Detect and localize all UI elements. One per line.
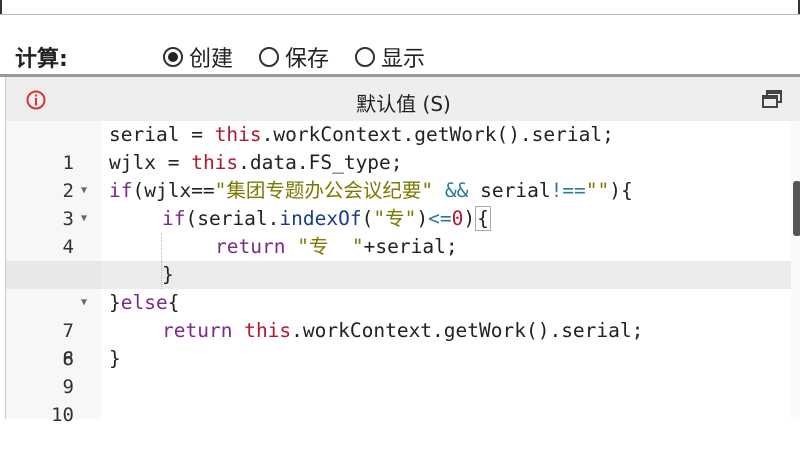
radio-create[interactable]: 创建 <box>163 41 233 73</box>
top-bar <box>0 0 800 15</box>
radio-show-indicator[interactable] <box>355 47 375 67</box>
token: return <box>162 319 233 342</box>
code-text: wjlx = this.data.FS_type; <box>109 149 403 177</box>
token: serial <box>109 123 180 146</box>
panel-title: 默认值 (S) <box>356 92 451 116</box>
vertical-scrollbar[interactable] <box>791 121 800 419</box>
token: if <box>162 207 186 230</box>
token: <= <box>428 207 452 230</box>
radio-create-indicator[interactable] <box>163 47 183 67</box>
token: .workContext.getWork().serial; <box>261 123 614 146</box>
token: ) <box>463 207 476 230</box>
code-text: if(wjlx=="集团专题办公会议纪要" && serial!==""){ <box>109 177 633 205</box>
active-line-highlight <box>101 261 791 289</box>
fold-arrow-icon[interactable]: ▼ <box>81 177 93 205</box>
code-line[interactable]: 5 return "专 "+serial; <box>6 233 800 286</box>
radio-create-label: 创建 <box>189 47 234 72</box>
code-line[interactable]: 1 serial = this.workContext.getWork().se… <box>6 121 800 174</box>
token: (wjlx== <box>132 179 215 202</box>
code-text: } <box>109 345 121 373</box>
token: ) <box>416 207 429 230</box>
active-gutter-highlight <box>6 261 101 289</box>
top-bar-left-edge <box>0 0 2 14</box>
token: (serial. <box>185 207 280 230</box>
code-editor[interactable]: 1 serial = this.workContext.getWork().se… <box>6 121 800 426</box>
code-text: } <box>162 261 174 289</box>
radio-show[interactable]: 显示 <box>355 41 425 73</box>
fold-arrow-icon[interactable]: ▼ <box>81 205 93 233</box>
code-text: return this.workContext.getWork().serial… <box>162 317 643 345</box>
panel-header: 默认值 (S) <box>6 77 800 122</box>
code-line[interactable]: 3 ▼ if(wjlx=="集团专题办公会议纪要" && serial!==""… <box>6 177 800 230</box>
token: ){ <box>609 179 633 202</box>
radio-show-label: 显示 <box>381 47 426 72</box>
token: } <box>162 263 174 286</box>
token: } <box>109 291 121 314</box>
token: else <box>120 291 168 314</box>
code-text: serial = this.workContext.getWork().seri… <box>109 121 614 149</box>
token: if <box>109 179 133 202</box>
token: = <box>179 123 215 146</box>
indent-guide <box>161 233 162 261</box>
scrollbar-thumb[interactable] <box>793 181 800 236</box>
code-text: return "专 "+serial; <box>215 233 458 261</box>
code-text: if(serial.indexOf("专")<=0){ <box>162 205 491 233</box>
radio-save-indicator[interactable] <box>259 47 279 67</box>
token: this <box>214 123 262 146</box>
token: +serial; <box>363 235 458 258</box>
restore-window-icon[interactable] <box>762 90 782 108</box>
code-line[interactable]: 10 <box>6 373 800 426</box>
token: "专 " <box>297 235 364 258</box>
code-line-active[interactable]: 6 } <box>6 261 800 370</box>
fold-arrow-icon[interactable]: ▼ <box>81 289 93 317</box>
token: return <box>215 235 286 258</box>
token: ( <box>361 207 374 230</box>
token: && <box>444 179 469 202</box>
line-number: 10 <box>51 404 74 426</box>
token: serial <box>468 179 551 202</box>
radio-save-label: 保存 <box>285 47 330 72</box>
code-line[interactable]: 8 return this.workContext.getWork().seri… <box>6 317 800 370</box>
token: "集团专题办公会议纪要" <box>214 179 434 202</box>
code-line[interactable]: 9 } <box>6 345 800 398</box>
token: 0 <box>451 207 464 230</box>
code-text: }else{ <box>109 289 179 317</box>
code-line[interactable]: 4 ▼ if(serial.indexOf("专")<=0){ <box>6 205 800 258</box>
calc-form-row: 计算: 创建 保存 显示 <box>0 15 800 73</box>
token: "专" <box>373 207 417 230</box>
token: wjlx <box>109 151 156 174</box>
calc-label: 计算: <box>15 47 68 72</box>
token: this <box>191 151 239 174</box>
default-value-panel: 默认值 (S) 1 serial = this.workContext.getW… <box>5 77 800 426</box>
radio-save[interactable]: 保存 <box>259 41 329 73</box>
token: .data.FS_type; <box>238 151 403 174</box>
token: = <box>155 151 192 174</box>
code-line[interactable]: 7 ▼ }else{ <box>6 289 800 342</box>
bracket-match: { <box>475 206 491 231</box>
token: indexOf <box>279 207 362 230</box>
token: this <box>244 319 292 342</box>
token: { <box>167 291 180 314</box>
token: .workContext.getWork().serial; <box>291 319 644 342</box>
token: !== <box>550 179 586 202</box>
code-line[interactable]: 2 wjlx = this.data.FS_type; <box>6 149 800 202</box>
token: } <box>109 347 121 370</box>
token: "" <box>585 179 610 202</box>
